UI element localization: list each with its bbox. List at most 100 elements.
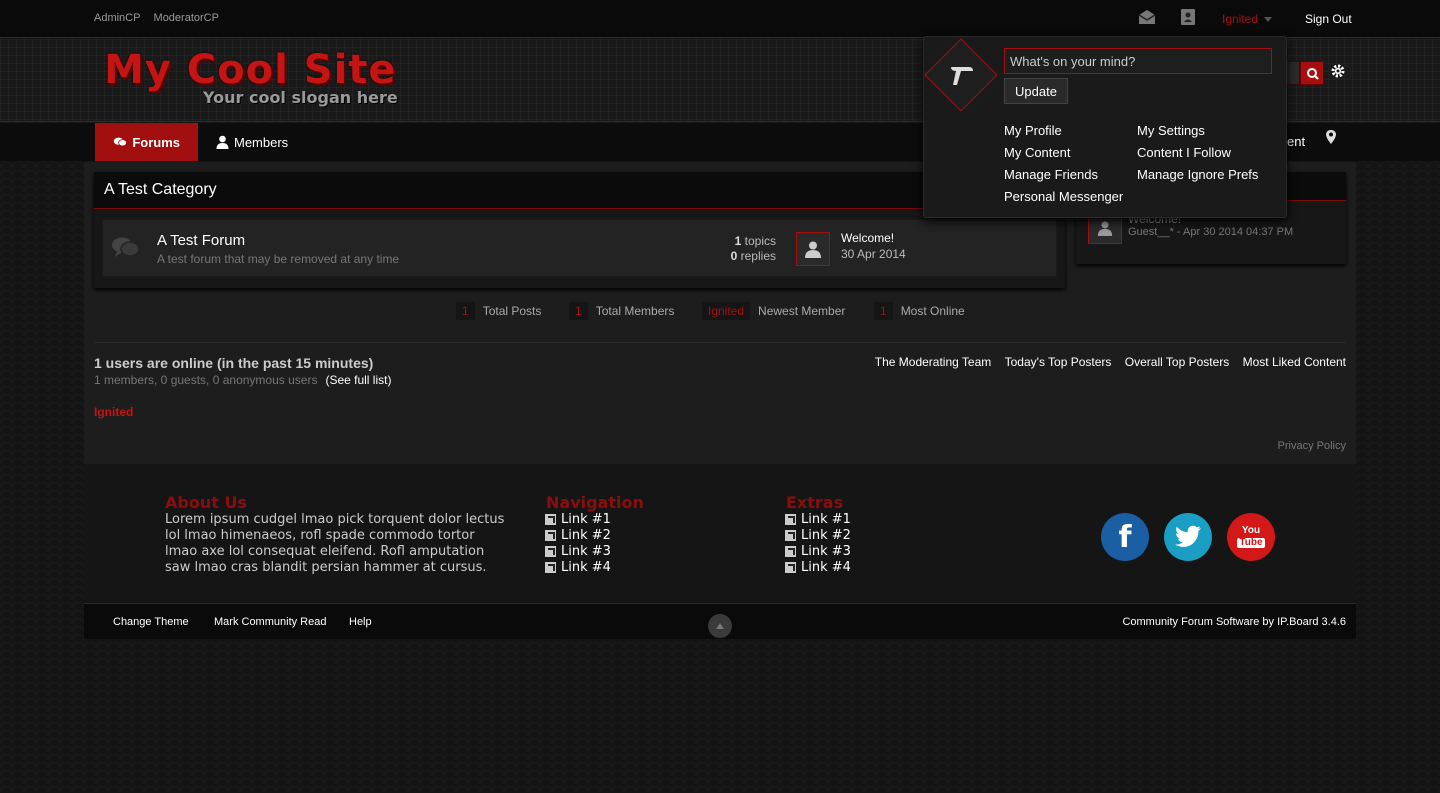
my-profile-link[interactable]: My Profile <box>1004 123 1062 138</box>
link-label: Link #1 <box>801 512 851 527</box>
link-label: Link #4 <box>801 560 851 575</box>
footer-nav-link-1[interactable]: Link #1 <box>545 512 611 527</box>
moderating-team-link[interactable]: The Moderating Team <box>875 355 992 369</box>
user-silhouette-icon <box>805 241 821 258</box>
search-button[interactable] <box>1300 61 1324 85</box>
footer-extras-link-3[interactable]: Link #3 <box>785 544 851 559</box>
facebook-icon[interactable]: f <box>1101 513 1149 561</box>
arrow-up-icon <box>716 623 724 629</box>
twitter-icon[interactable] <box>1164 513 1212 561</box>
link-label: Link #4 <box>561 560 611 575</box>
newest-member-link[interactable]: Ignited <box>702 302 751 320</box>
footer-nav-link-2[interactable]: Link #2 <box>545 528 611 543</box>
online-users-title: 1 users are online (in the past 15 minut… <box>94 355 374 371</box>
stat-label: Most Online <box>900 304 965 318</box>
see-full-list-link[interactable]: (See full list) <box>325 373 391 387</box>
facebook-letter: f <box>1118 519 1132 555</box>
footer-extras-link-1[interactable]: Link #1 <box>785 512 851 527</box>
about-us-heading: About Us <box>165 493 247 512</box>
tab-forums[interactable]: Forums <box>95 123 198 161</box>
nav-item-partial[interactable]: ent <box>1287 134 1305 149</box>
about-line: lmao axe lol consequat eleifend. Rofl am… <box>165 544 485 559</box>
sidebar-post-meta: Guest__* - Apr 30 2014 04:37 PM <box>1128 226 1294 238</box>
site-logo-title[interactable]: My Cool Site <box>104 47 397 93</box>
board-stats: 1 Total Posts 1 Total Members Ignited Newes… <box>0 302 1440 322</box>
overall-top-posters-link[interactable]: Overall Top Posters <box>1125 355 1230 369</box>
status-update-input[interactable] <box>1004 48 1272 74</box>
sign-out-link[interactable]: Sign Out <box>1305 12 1352 26</box>
chevron-down-icon <box>1264 17 1273 23</box>
my-content-link[interactable]: My Content <box>1004 145 1070 160</box>
map-pin-icon[interactable] <box>1325 129 1337 145</box>
replies-label: replies <box>740 249 776 263</box>
mark-community-read-link[interactable]: Mark Community Read <box>214 616 326 628</box>
online-users-summary: 1 members, 0 guests, 0 anonymous users (S… <box>94 373 391 387</box>
search-input-edge[interactable] <box>1286 61 1300 85</box>
footer-nav-link-3[interactable]: Link #3 <box>545 544 611 559</box>
external-link-icon <box>545 546 556 557</box>
tab-members[interactable]: Members <box>198 123 306 161</box>
popup-avatar[interactable] <box>924 38 998 112</box>
back-to-top-button[interactable] <box>708 614 732 638</box>
manage-friends-link[interactable]: Manage Friends <box>1004 167 1098 182</box>
external-link-icon <box>545 514 556 525</box>
link-label: Link #3 <box>801 544 851 559</box>
external-link-icon <box>545 530 556 541</box>
user-menu-popup: Update My Profile My Content Manage Frie… <box>923 36 1287 218</box>
user-menu-link[interactable]: Ignited <box>1222 12 1273 26</box>
content-i-follow-link[interactable]: Content I Follow <box>1137 145 1231 160</box>
my-settings-link[interactable]: My Settings <box>1137 123 1205 138</box>
search-icon <box>1307 68 1319 80</box>
external-link-icon <box>785 562 796 573</box>
extras-heading: Extras <box>786 493 844 512</box>
personal-messenger-link[interactable]: Personal Messenger <box>1004 189 1123 204</box>
moderatorcp-link[interactable]: ModeratorCP <box>154 12 219 24</box>
forum-read-icon <box>111 235 141 261</box>
admin-links: AdminCP ModeratorCP <box>94 12 229 24</box>
site-logo-slogan: Your cool slogan here <box>203 88 398 107</box>
admincp-link[interactable]: AdminCP <box>94 12 140 24</box>
external-link-icon <box>545 562 556 573</box>
about-us-text: Lorem ipsum cudgel lmao pick torquent do… <box>165 512 504 576</box>
username-label: Ignited <box>1222 12 1259 26</box>
most-liked-content-link[interactable]: Most Liked Content <box>1243 355 1346 369</box>
user-silhouette-icon <box>1097 221 1113 236</box>
footer-nav-link-4[interactable]: Link #4 <box>545 560 611 575</box>
notifications-icon[interactable] <box>1179 8 1199 26</box>
privacy-policy-link[interactable]: Privacy Policy <box>1278 440 1346 452</box>
update-status-button[interactable]: Update <box>1004 78 1068 104</box>
stat-most-online: 1 Most Online <box>874 302 965 320</box>
inbox-icon[interactable] <box>1137 8 1157 26</box>
help-link[interactable]: Help <box>349 616 372 628</box>
manage-ignore-prefs-link[interactable]: Manage Ignore Prefs <box>1137 167 1258 182</box>
link-label: Link #2 <box>801 528 851 543</box>
youtube-icon[interactable]: You Tube <box>1227 513 1275 561</box>
about-line: Lorem ipsum cudgel lmao pick torquent do… <box>165 512 505 527</box>
gear-icon[interactable] <box>1330 63 1346 79</box>
stat-total-members: 1 Total Members <box>569 302 674 320</box>
forum-title-link[interactable]: A Test Forum <box>157 232 245 249</box>
link-label: Link #1 <box>561 512 611 527</box>
footer-extras-link-2[interactable]: Link #2 <box>785 528 851 543</box>
forum-stats: 1 topics 0 replies <box>703 234 776 264</box>
tab-forums-label: Forums <box>132 134 180 150</box>
last-post-title-link[interactable]: Welcome! <box>841 231 894 245</box>
category-title[interactable]: A Test Category <box>104 181 217 199</box>
avatar[interactable] <box>796 232 830 266</box>
change-theme-link[interactable]: Change Theme <box>113 616 189 628</box>
forum-description: A test forum that may be removed at any … <box>157 252 400 266</box>
online-user-link[interactable]: Ignited <box>94 405 133 419</box>
about-line: saw lmao cras blandit persian hammer at … <box>165 560 487 575</box>
external-link-icon <box>785 530 796 541</box>
footer-extras-link-4[interactable]: Link #4 <box>785 560 851 575</box>
stat-label: Total Posts <box>482 304 542 318</box>
todays-top-posters-link[interactable]: Today's Top Posters <box>1005 355 1112 369</box>
software-credit-link[interactable]: Community Forum Software by IP.Board 3.4… <box>1122 616 1346 628</box>
stat-value: 1 <box>569 302 588 320</box>
chat-bubbles-icon <box>113 137 127 147</box>
category-header: A Test Category <box>94 172 1065 209</box>
about-line: lol lmao himenaeos, rofl spade commodo t… <box>165 528 475 543</box>
last-post-date: 30 Apr 2014 <box>841 247 906 261</box>
link-label: Link #3 <box>561 544 611 559</box>
external-link-icon <box>785 514 796 525</box>
